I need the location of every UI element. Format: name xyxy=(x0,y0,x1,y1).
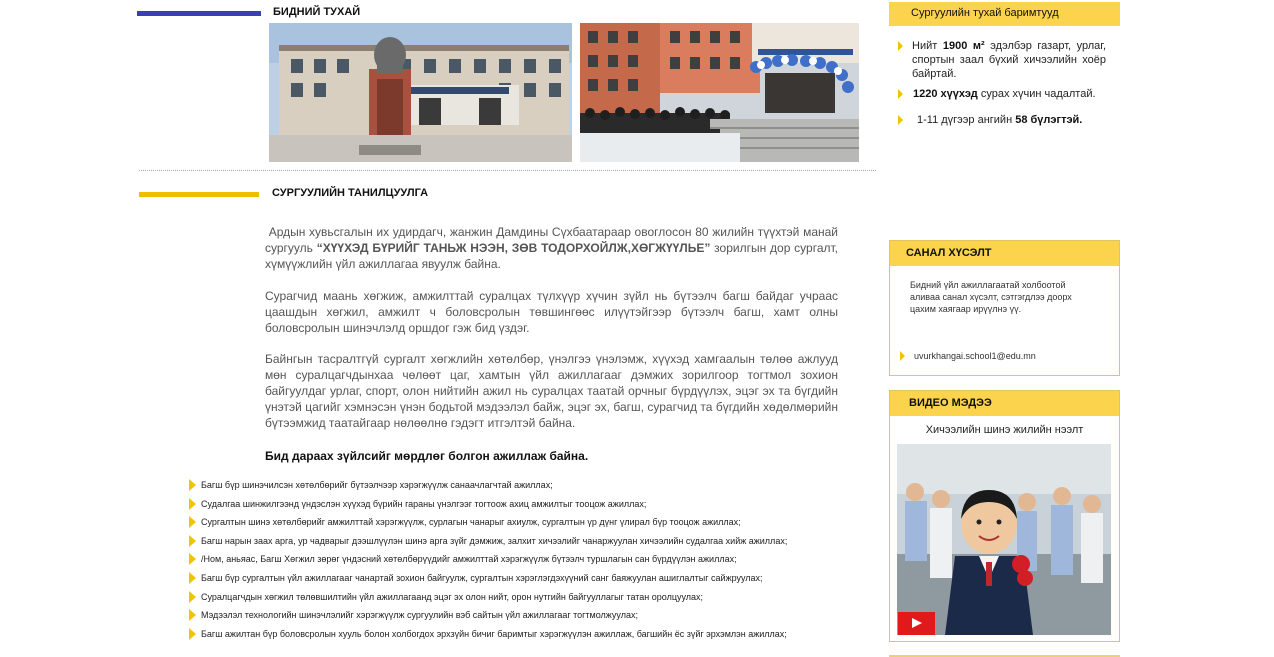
feedback-text: Бидний үйл ажиллагаатай холбоотой аливаа… xyxy=(910,280,1072,314)
feedback-title: САНАЛ ХҮСЭЛТ xyxy=(890,241,1119,266)
list-item: Багш бүр шинэчилсэн хөтөлбөрийг бүтээлчэ… xyxy=(187,477,882,496)
fact-capacity: 1220 хүүхэд сурах хүчин чадалтай. xyxy=(913,88,1096,100)
school-building-photo[interactable] xyxy=(269,23,572,162)
list-item: /Ном, аньяас, Багш Хөгжил зөрөг үндэсний… xyxy=(187,551,882,570)
video-title: ВИДЕО МЭДЭЭ xyxy=(890,391,1119,416)
fact-bullet-icon xyxy=(898,115,903,125)
feedback-email-link[interactable]: uvurkhangai.school1@edu.mn xyxy=(914,350,1036,362)
intro-title: СУРГУУЛИЙН ТАНИЛЦУУЛГА xyxy=(272,187,429,199)
video-caption[interactable]: Хичээлийн шинэ жилийн нээлт xyxy=(890,424,1119,436)
email-bullet-icon xyxy=(900,351,905,361)
fact-area: Нийт 1900 м² эдэлбэр газарт, урлаг, спор… xyxy=(912,40,1107,80)
intro-motto: “ХҮҮХЭД БҮРИЙГ ТАНЬЖ НЭЭН, ЗӨВ ТОДОРХОЙЛ… xyxy=(316,241,711,255)
fact-classes: 1-11 дүгээр ангийн 58 бүлэгтэй. xyxy=(917,114,1083,126)
arrow-bullet-icon xyxy=(189,479,196,491)
feedback-panel: САНАЛ ХҮСЭЛТ Бидний үйл ажиллагаатай хол… xyxy=(889,240,1120,376)
commitments-heading: Бид дараах зүйлсийг мөрдлөг болгон ажилл… xyxy=(265,449,589,463)
arrow-bullet-icon xyxy=(189,497,196,510)
list-item: Мэдээлэл технологийн шинэчлэлийг хэрэгжү… xyxy=(187,607,882,626)
facts-header: Сургуулийн тухай баримтууд xyxy=(889,2,1120,26)
about-title: БИДНИЙ ТУХАЙ xyxy=(273,6,361,18)
fact-bullet-icon xyxy=(898,41,903,51)
list-item: Багш бүр сургалтын үйл ажиллагааг чанарт… xyxy=(187,570,882,589)
section-bar-blue xyxy=(137,11,261,16)
arrow-bullet-icon xyxy=(189,571,196,584)
list-item: Багш нарын заах арга, ур чадварыг дээшлү… xyxy=(187,533,882,552)
intro-paragraph-2: Сурагчид маань хөгжиж, амжилттай суралца… xyxy=(265,289,838,335)
arrow-bullet-icon xyxy=(189,534,196,547)
arrow-bullet-icon xyxy=(189,590,196,603)
commitments-list: Багш бүр шинэчилсэн хөтөлбөрийг бүтээлчэ… xyxy=(187,477,882,644)
play-icon xyxy=(912,618,922,628)
list-item: Суралцагчдын хөгжил төлөвшилтийн үйл ажи… xyxy=(187,589,882,608)
intro-paragraph-1: Ардын хувьсгалын их удирдагч, жанжин Дам… xyxy=(265,224,838,272)
list-item: Сургалтын шинэ хөтөлбөрийг амжилттай хэр… xyxy=(187,514,882,533)
fact-bullet-icon xyxy=(898,89,903,99)
intro-paragraph-3: Байнгын тасралтгүй сургалт хөгжлийн хөтө… xyxy=(265,352,838,430)
arrow-bullet-icon xyxy=(189,609,196,622)
list-item: Судалгаа шинжилгээнд үндэслэн хүүхэд бүр… xyxy=(187,496,882,515)
school-entrance-photo[interactable] xyxy=(580,23,859,162)
arrow-bullet-icon xyxy=(189,553,196,566)
section-bar-yellow xyxy=(139,192,259,197)
arrow-bullet-icon xyxy=(189,627,196,640)
video-play-button[interactable] xyxy=(898,612,935,635)
arrow-bullet-icon xyxy=(189,516,196,529)
section-divider xyxy=(139,170,876,171)
video-thumbnail[interactable] xyxy=(897,444,1111,635)
list-item: Багш ажилтан бүр боловсролын хууль болон… xyxy=(187,626,882,645)
